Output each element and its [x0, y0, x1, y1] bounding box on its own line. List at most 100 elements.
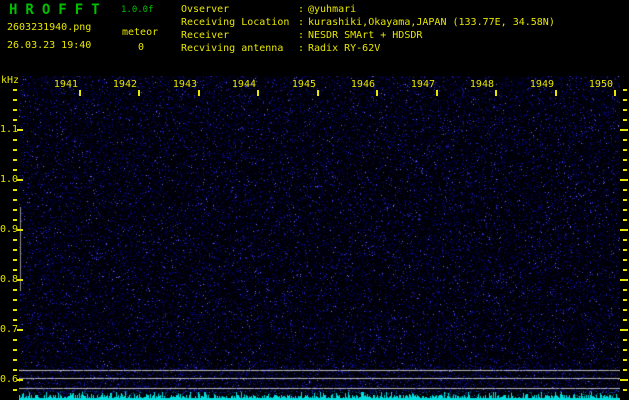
time-axis-label: 1946	[350, 79, 375, 90]
freq-minor-tick-right	[623, 99, 627, 101]
freq-minor-tick-right	[623, 299, 627, 301]
time-axis-label: 1948	[469, 79, 494, 90]
freq-minor-tick-left	[13, 199, 17, 201]
freq-minor-tick-left	[13, 289, 17, 291]
freq-minor-tick-right	[623, 169, 627, 171]
meteor-counter-value: 0	[137, 42, 145, 53]
observer-info-value: @yuhmari	[308, 4, 357, 15]
freq-major-tick-right	[620, 129, 628, 131]
freq-minor-tick-left	[13, 349, 17, 351]
freq-minor-tick-left	[13, 169, 17, 171]
observer-info-label: Receiver	[181, 30, 230, 41]
time-minute-tick	[614, 90, 616, 96]
app-title: HROFFT	[9, 2, 108, 18]
observer-info-separator: :	[298, 17, 305, 28]
freq-minor-tick-left	[13, 369, 17, 371]
freq-minor-tick-left	[13, 269, 17, 271]
observer-info-row: Receiver: NESDR SMArt + HDSDR	[181, 29, 555, 42]
observer-info-separator: :	[298, 4, 305, 15]
freq-major-tick-right	[620, 329, 628, 331]
observer-info-row: Recviving antenna: Radix RY-62V	[181, 42, 555, 55]
freq-minor-tick-right	[623, 149, 627, 151]
freq-major-tick-left	[17, 179, 23, 181]
freq-minor-tick-left	[13, 339, 17, 341]
time-minute-tick	[79, 90, 81, 96]
freq-minor-tick-left	[13, 359, 17, 361]
freq-minor-tick-left	[13, 139, 17, 141]
freq-minor-tick-right	[623, 219, 627, 221]
meteor-counter-label: meteor	[122, 27, 159, 38]
time-axis-label: 1950	[588, 79, 613, 90]
time-minute-tick	[495, 90, 497, 96]
freq-minor-tick-right	[623, 369, 627, 371]
freq-minor-tick-right	[623, 389, 627, 391]
freq-axis-label: 0.8	[0, 274, 19, 285]
app-version: 1.0.0f	[121, 5, 154, 15]
observer-info: Ovserver: @yuhmari Receiving Location: kura…	[181, 3, 555, 55]
time-axis-label: 1943	[172, 79, 197, 90]
freq-major-tick-left	[17, 379, 23, 381]
time-minute-tick	[317, 90, 319, 96]
freq-minor-tick-left	[13, 299, 17, 301]
observer-info-row: Receiving Location: kurashiki,Okayama,JAP…	[181, 16, 555, 29]
freq-axis-unit: kHz	[1, 75, 20, 86]
freq-minor-tick-left	[13, 89, 17, 91]
freq-minor-tick-right	[623, 289, 627, 291]
freq-axis-label: 0.6	[0, 374, 19, 385]
freq-axis-label: 1.1	[0, 124, 19, 135]
freq-minor-tick-right	[623, 139, 627, 141]
time-minute-tick	[376, 90, 378, 96]
freq-axis-label: 0.7	[0, 324, 19, 335]
freq-axis-label: 0.9	[0, 224, 19, 235]
observer-info-value: Radix RY-62V	[308, 43, 381, 54]
freq-minor-tick-left	[13, 119, 17, 121]
freq-minor-tick-right	[623, 349, 627, 351]
observer-info-label: Receiving Location	[181, 17, 290, 28]
freq-minor-tick-right	[623, 109, 627, 111]
freq-minor-tick-right	[623, 119, 627, 121]
freq-axis-label: 1.0	[0, 174, 19, 185]
freq-minor-tick-left	[13, 149, 17, 151]
time-axis-label: 1947	[410, 79, 435, 90]
observer-info-label: Recviving antenna	[181, 43, 284, 54]
freq-minor-tick-right	[623, 269, 627, 271]
freq-minor-tick-left	[13, 389, 17, 391]
time-axis-label: 1942	[112, 79, 137, 90]
time-axis-label: 1945	[291, 79, 316, 90]
freq-major-tick-right	[620, 179, 628, 181]
freq-minor-tick-left	[13, 219, 17, 221]
freq-minor-tick-left	[13, 309, 17, 311]
freq-minor-tick-right	[623, 189, 627, 191]
time-minute-tick	[257, 90, 259, 96]
time-axis-label: 1941	[53, 79, 78, 90]
freq-minor-tick-left	[13, 189, 17, 191]
freq-minor-tick-left	[13, 319, 17, 321]
observer-info-separator: :	[298, 30, 305, 41]
time-minute-tick	[555, 90, 557, 96]
freq-minor-tick-left	[13, 209, 17, 211]
freq-minor-tick-right	[623, 249, 627, 251]
time-minute-tick	[436, 90, 438, 96]
spectrogram-canvas	[19, 76, 620, 400]
time-axis-label: 1944	[231, 79, 256, 90]
freq-minor-tick-right	[623, 89, 627, 91]
freq-minor-tick-right	[623, 159, 627, 161]
freq-minor-tick-right	[623, 319, 627, 321]
observer-info-row: Ovserver: @yuhmari	[181, 3, 555, 16]
freq-minor-tick-left	[13, 249, 17, 251]
freq-minor-tick-right	[623, 339, 627, 341]
freq-major-tick-right	[620, 279, 628, 281]
observer-info-value: NESDR SMArt + HDSDR	[308, 30, 423, 41]
time-minute-tick	[138, 90, 140, 96]
freq-major-tick-left	[17, 229, 23, 231]
freq-minor-tick-right	[623, 199, 627, 201]
freq-minor-tick-left	[13, 159, 17, 161]
freq-minor-tick-left	[13, 259, 17, 261]
freq-minor-tick-left	[13, 109, 17, 111]
freq-major-tick-left	[17, 279, 23, 281]
observation-datetime: 26.03.23 19:40	[7, 40, 92, 51]
freq-major-tick-left	[17, 129, 23, 131]
freq-minor-tick-right	[623, 209, 627, 211]
output-filename: 2603231940.png	[7, 22, 92, 33]
observer-info-value: kurashiki,Okayama,JAPAN (133.77E, 34.58N…	[308, 17, 555, 28]
